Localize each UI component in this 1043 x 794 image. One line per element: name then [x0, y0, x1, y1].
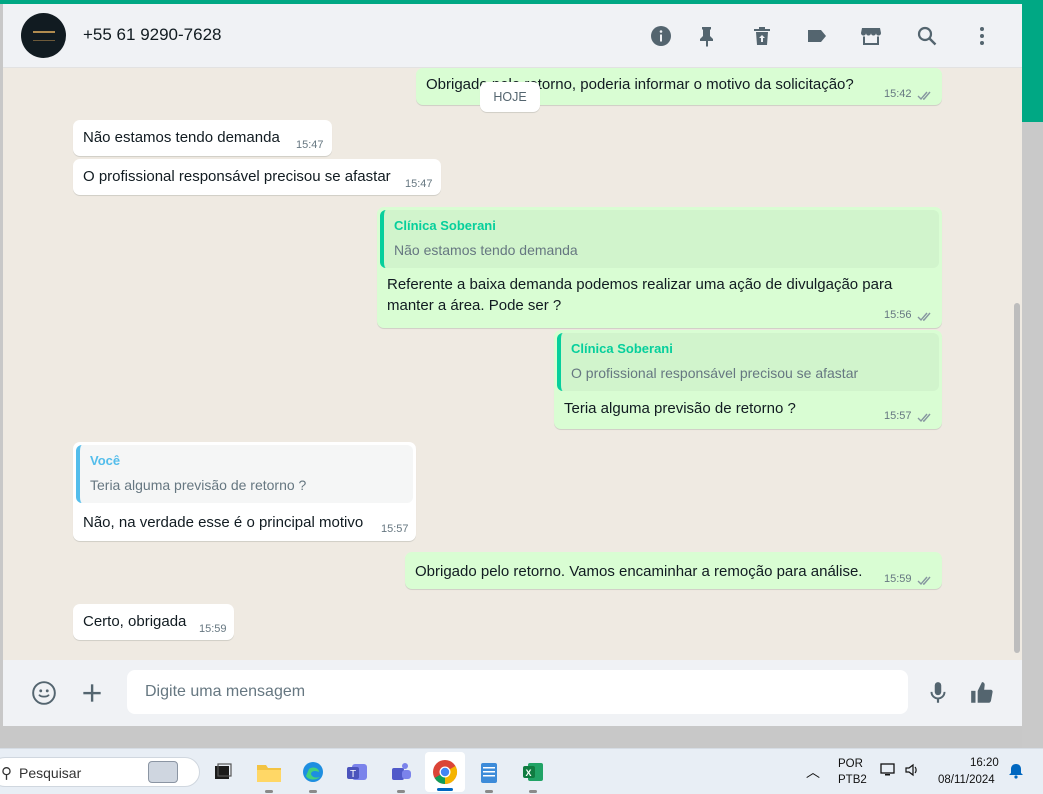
active-indicator — [437, 788, 453, 791]
quoted-message[interactable]: Você Teria alguma previsão de retorno ? — [76, 445, 413, 503]
quote-author: Clínica Soberani — [394, 218, 496, 233]
excel-icon[interactable]: X — [518, 757, 548, 793]
message-text: Teria alguma previsão de retorno ? — [564, 400, 796, 417]
more-vert-icon[interactable] — [967, 21, 997, 51]
info-icon[interactable] — [646, 21, 676, 51]
delete-icon[interactable] — [747, 21, 777, 51]
running-indicator — [485, 790, 493, 793]
read-ticks-icon — [917, 573, 933, 586]
contact-name[interactable]: +55 61 9290-7628 — [83, 25, 222, 45]
quote-text: Não estamos tendo demanda — [394, 242, 578, 258]
message-text: Obrigado pelo retorno. Vamos encaminhar … — [415, 563, 863, 580]
file-explorer-icon[interactable] — [254, 757, 284, 793]
thumbs-up-icon[interactable] — [966, 677, 998, 709]
read-ticks-icon — [917, 309, 933, 322]
message-input-container[interactable] — [127, 670, 908, 714]
notification-bell-icon[interactable] — [1008, 763, 1024, 782]
message-incoming[interactable]: O profissional responsável precisou se a… — [73, 159, 441, 195]
message-time: 15:57 — [884, 410, 912, 422]
chrome-icon[interactable] — [425, 752, 465, 792]
message-time: 15:56 — [884, 309, 912, 321]
message-outgoing[interactable]: Obrigado pelo retorno. Vamos encaminhar … — [405, 552, 942, 589]
running-indicator — [309, 790, 317, 793]
quote-text: Teria alguma previsão de retorno ? — [90, 477, 307, 493]
running-indicator — [529, 790, 537, 793]
message-text: Não, na verdade esse é o principal motiv… — [83, 514, 364, 531]
search-highlight-icon — [148, 761, 178, 783]
task-view-icon[interactable] — [208, 757, 238, 787]
quoted-message[interactable]: Clínica Soberani O profissional responsá… — [557, 333, 939, 391]
clock-time[interactable]: 16:20 — [970, 757, 999, 769]
running-indicator — [397, 790, 405, 793]
taskbar-search[interactable]: ⚲ Pesquisar — [0, 757, 200, 787]
teams-classic-icon[interactable]: T — [342, 757, 372, 787]
whatsapp-window: +55 61 9290-7628 Obrigado pelo retorno, … — [3, 4, 1022, 726]
mic-icon[interactable] — [922, 677, 954, 709]
store-icon[interactable] — [856, 21, 886, 51]
label-icon[interactable] — [802, 21, 832, 51]
quote-author: Clínica Soberani — [571, 341, 673, 356]
pin-icon[interactable] — [692, 21, 722, 51]
message-time: 15:47 — [405, 178, 433, 190]
message-time: 15:59 — [884, 573, 912, 585]
message-outgoing-reply[interactable]: Clínica Soberani O profissional responsá… — [554, 330, 942, 429]
message-time: 15:47 — [296, 139, 324, 151]
quote-author: Você — [90, 453, 121, 468]
message-outgoing-reply[interactable]: Clínica Soberani Não estamos tendo deman… — [377, 207, 942, 328]
network-icon[interactable] — [880, 762, 898, 781]
read-ticks-icon — [917, 410, 933, 423]
message-time: 15:42 — [884, 88, 912, 100]
read-ticks-icon — [917, 88, 933, 101]
compose-bar — [3, 660, 1022, 726]
right-accent-strip — [1022, 0, 1043, 122]
message-time: 15:59 — [199, 623, 227, 635]
right-background-strip — [1022, 122, 1043, 748]
message-incoming[interactable]: Não estamos tendo demanda 15:47 — [73, 120, 332, 156]
date-chip: HOJE — [480, 82, 540, 112]
message-text-line: Referente a baixa demanda podemos realiz… — [387, 276, 893, 293]
volume-icon[interactable] — [904, 762, 922, 781]
show-hidden-icons-icon[interactable]: ︿ — [806, 762, 820, 782]
message-incoming[interactable]: Certo, obrigada 15:59 — [73, 604, 234, 640]
running-indicator — [265, 790, 273, 793]
message-text: Certo, obrigada — [83, 613, 187, 630]
message-list[interactable]: Obrigado pelo retorno, poderia informar … — [3, 68, 1022, 660]
svg-text:X: X — [526, 768, 532, 778]
quoted-message[interactable]: Clínica Soberani Não estamos tendo deman… — [380, 210, 939, 268]
notepad-icon[interactable] — [474, 757, 504, 793]
search-icon: ⚲ — [1, 765, 12, 782]
plus-icon[interactable] — [76, 677, 108, 709]
svg-text:T: T — [350, 769, 356, 780]
emoji-icon[interactable] — [28, 677, 60, 709]
teams-icon[interactable] — [386, 757, 416, 793]
language-indicator-line2[interactable]: PTB2 — [838, 774, 867, 786]
chat-scrollbar-thumb[interactable] — [1014, 303, 1020, 653]
chat-header: +55 61 9290-7628 — [3, 4, 1022, 68]
clock-date[interactable]: 08/11/2024 — [938, 774, 995, 786]
windows-taskbar: ⚲ Pesquisar T X ︿ POR PTB2 16:20 08/11/2… — [0, 748, 1043, 794]
message-incoming-reply[interactable]: Você Teria alguma previsão de retorno ? … — [73, 442, 416, 541]
search-icon[interactable] — [912, 21, 942, 51]
message-time: 15:57 — [381, 523, 409, 535]
message-text-line: manter a área. Pode ser ? — [387, 297, 562, 314]
message-input[interactable] — [145, 670, 885, 714]
clinic-logo-icon — [32, 30, 55, 41]
message-text: Não estamos tendo demanda — [83, 129, 280, 146]
message-text: O profissional responsável precisou se a… — [83, 168, 391, 185]
search-placeholder: Pesquisar — [19, 765, 82, 781]
language-indicator-line1[interactable]: POR — [838, 758, 863, 770]
edge-icon[interactable] — [298, 757, 328, 793]
contact-avatar[interactable] — [21, 13, 66, 58]
quote-text: O profissional responsável precisou se a… — [571, 365, 859, 381]
